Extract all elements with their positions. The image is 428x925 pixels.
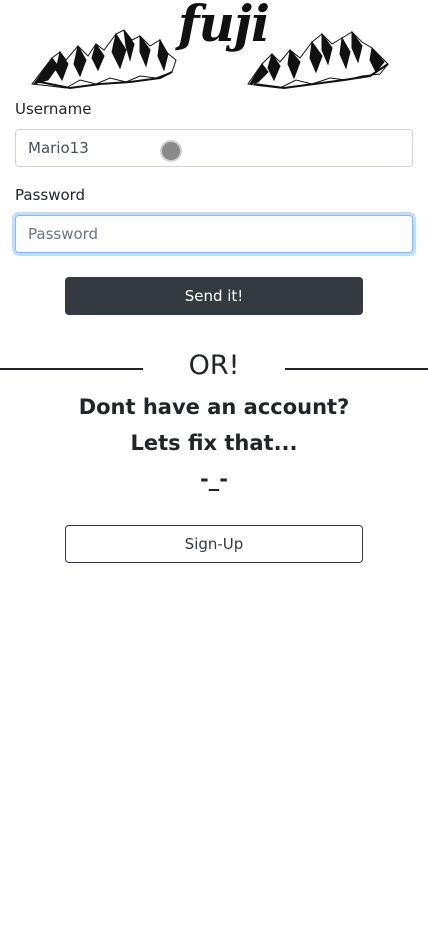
username-label: Username [15, 100, 92, 118]
emoticon-heading: -_- [200, 467, 228, 491]
password-input[interactable] [15, 215, 413, 253]
divider-right [285, 368, 428, 370]
fix-that-heading: Lets fix that... [130, 431, 298, 455]
touch-cursor-indicator [160, 140, 182, 162]
username-input[interactable] [15, 129, 413, 167]
password-label: Password [15, 186, 86, 204]
or-text: OR! [188, 350, 240, 381]
no-account-heading: Dont have an account? [78, 395, 350, 419]
login-page: fuji Username Password Send it! OR! Dont… [0, 0, 428, 925]
signup-button[interactable]: Sign-Up [65, 525, 363, 563]
brand-wordmark: fuji [178, 0, 270, 53]
divider-left [0, 368, 143, 370]
logo: fuji [0, 0, 428, 96]
send-button[interactable]: Send it! [65, 277, 363, 315]
